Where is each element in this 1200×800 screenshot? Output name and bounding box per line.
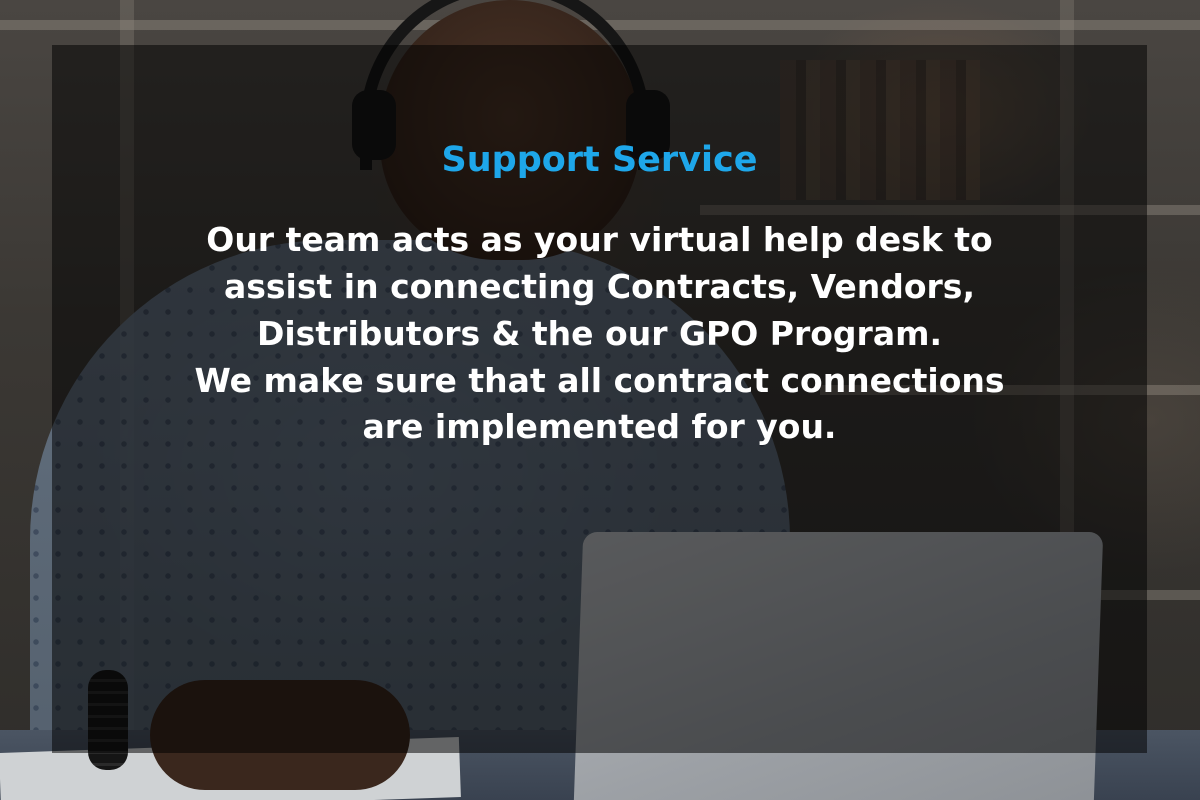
banner-description: Our team acts as your virtual help desk … bbox=[52, 217, 1147, 451]
description-line: are implemented for you. bbox=[362, 407, 837, 447]
description-line: Distributors & the our GPO Program. bbox=[256, 313, 943, 353]
support-service-banner: Support Service Our team acts as your vi… bbox=[0, 0, 1200, 800]
description-line: We make sure that all contract connectio… bbox=[194, 360, 1005, 400]
banner-content: Support Service Our team acts as your vi… bbox=[52, 45, 1147, 451]
description-line: Our team acts as your virtual help desk … bbox=[206, 220, 993, 259]
description-line: assist in connecting Contracts, Vendors, bbox=[224, 266, 975, 306]
banner-title: Support Service bbox=[441, 140, 758, 180]
